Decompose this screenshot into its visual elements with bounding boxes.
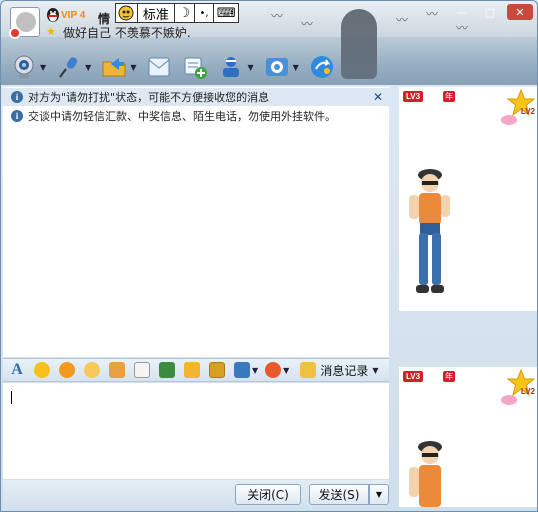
message-input[interactable] <box>3 383 389 479</box>
send-mail-button[interactable] <box>146 54 172 80</box>
qq-penguin-icon <box>47 8 59 22</box>
status-notice-text: 对方为"请勿打扰"状态，可能不方便接收您的消息 <box>28 91 270 104</box>
close-icon[interactable]: ✕ <box>373 90 383 104</box>
screenshot-icon[interactable] <box>234 362 250 378</box>
level-badge: LV3 <box>403 371 424 382</box>
apps-button[interactable]: ▼ <box>264 54 299 80</box>
font-icon[interactable]: A <box>9 361 25 378</box>
my-show-panel[interactable]: LV3 年 LV2 <box>399 367 537 507</box>
ime-punctuation-toggle[interactable]: •, <box>195 4 215 22</box>
level-badge: LV3 <box>403 91 424 102</box>
bird-decoration: 〰 <box>271 9 284 23</box>
email-icon <box>148 57 170 77</box>
security-notice-text: 交谈中请勿轻信汇款、中奖信息、陌生电话，勿使用外挂软件。 <box>28 110 336 123</box>
handwriting-icon[interactable] <box>134 362 150 378</box>
send-button[interactable]: 发送(S) <box>309 484 369 505</box>
chat-window: 〰 〰 〰 〰 〰 VIP 4 情 ★ 做好自己 不羡慕不嫉妒. 标准 ☽ •,… <box>0 0 538 512</box>
contact-signature: 做好自己 不羡慕不嫉妒. <box>63 26 191 40</box>
chevron-down-icon[interactable]: ▼ <box>293 63 299 72</box>
gift-icon[interactable] <box>209 362 225 378</box>
share-button[interactable] <box>309 54 335 80</box>
bird-decoration: 〰 <box>456 21 469 35</box>
ime-logo-icon[interactable] <box>116 4 138 22</box>
maximize-button[interactable]: □ <box>477 4 503 20</box>
year-badge: 年 <box>443 371 455 382</box>
music-icon[interactable] <box>184 362 200 378</box>
create-group-button[interactable] <box>182 54 208 80</box>
text-caret <box>11 391 12 404</box>
magic-face-icon[interactable] <box>59 362 75 378</box>
soft-keyboard-icon[interactable]: ⌨ <box>214 4 238 22</box>
shake-icon[interactable] <box>84 362 100 378</box>
send-file-button[interactable]: ▼ <box>101 54 136 80</box>
format-toolbar: A ▼ ▼ 消息记录 ▼ <box>3 358 389 382</box>
chevron-down-icon[interactable]: ▼ <box>130 63 136 72</box>
folder-icon <box>102 58 126 77</box>
picture-icon[interactable] <box>159 362 175 378</box>
chevron-down-icon[interactable]: ▼ <box>372 366 378 375</box>
do-not-disturb-badge <box>9 27 21 39</box>
video-chat-button[interactable]: ▼ <box>11 54 46 80</box>
ime-mode[interactable]: 标准 <box>138 4 176 23</box>
avatar-figure <box>409 441 442 507</box>
voice-message-icon[interactable] <box>109 362 125 378</box>
send-options-button[interactable]: ▼ <box>369 484 389 505</box>
status-notice: i 对方为"请勿打扰"状态，可能不方便接收您的消息 ✕ <box>3 88 389 106</box>
star-icon: ★ <box>46 25 56 38</box>
chevron-down-icon[interactable]: ▼ <box>247 63 253 72</box>
apps-icon <box>265 58 288 76</box>
contact-avatar[interactable] <box>9 7 40 39</box>
chevron-down-icon[interactable]: ▼ <box>85 63 91 72</box>
message-history-button[interactable]: 消息记录 ▼ <box>300 362 385 379</box>
ime-width-toggle[interactable]: ☽ <box>175 4 195 22</box>
level-2-badge: LV2 <box>520 387 535 396</box>
avatar-figure <box>409 169 450 293</box>
security-notice: i 交谈中请勿轻信汇款、中奖信息、陌生电话，勿使用外挂软件。 <box>3 107 389 125</box>
bird-decoration: 〰 <box>426 7 439 21</box>
vip-badge[interactable]: VIP 4 <box>61 10 85 21</box>
add-group-icon <box>184 57 208 79</box>
voice-chat-button[interactable]: ▼ <box>56 54 91 80</box>
message-history-label: 消息记录 <box>320 363 369 378</box>
chevron-down-icon[interactable]: ▼ <box>252 366 258 375</box>
chevron-down-icon[interactable]: ▼ <box>40 63 46 72</box>
shield-icon: i <box>11 110 23 122</box>
sosomap-icon[interactable] <box>265 362 282 378</box>
lips-decoration <box>501 395 517 405</box>
history-icon <box>300 362 317 378</box>
remote-assist-button[interactable]: ▼ <box>218 54 254 80</box>
bird-decoration: 〰 <box>396 13 409 27</box>
microphone-icon <box>59 57 78 78</box>
contact-show-panel[interactable]: LV3 年 LV2 <box>399 87 537 311</box>
close-button[interactable]: 关闭(C) <box>235 484 301 505</box>
bird-decoration: 〰 <box>301 17 314 31</box>
webcam-icon <box>14 55 34 78</box>
info-icon: i <box>11 91 23 103</box>
lips-decoration <box>501 115 517 125</box>
button-bar: 关闭(C) 发送(S) ▼ <box>3 480 389 510</box>
share-icon <box>310 56 333 78</box>
main-toolbar: ▼ ▼ ▼ ▼ ▼ <box>1 49 391 85</box>
level-2-badge: LV2 <box>520 107 535 116</box>
chat-history[interactable]: i 对方为"请勿打扰"状态，可能不方便接收您的消息 ✕ i 交谈中请勿轻信汇款、… <box>3 87 389 357</box>
emoticon-icon[interactable] <box>34 362 50 378</box>
ime-toolbar[interactable]: 标准 ☽ •, ⌨ <box>115 3 239 23</box>
year-badge: 年 <box>443 91 455 102</box>
remote-icon <box>223 57 240 77</box>
minimize-button[interactable]: — <box>449 4 475 20</box>
close-window-button[interactable]: ✕ <box>507 4 533 20</box>
chevron-down-icon[interactable]: ▼ <box>283 366 289 375</box>
